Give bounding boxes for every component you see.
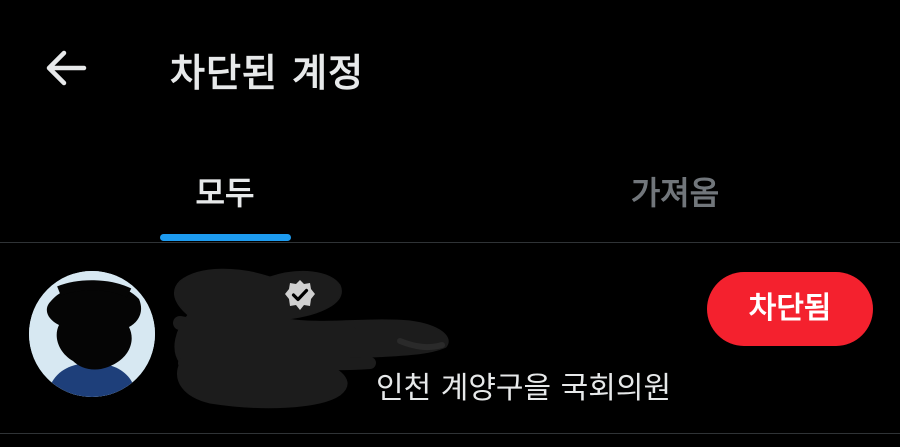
tab-imported-label: 가져옴 xyxy=(630,174,720,212)
tab-all-label: 모두 xyxy=(195,174,255,212)
verified-badge-icon xyxy=(285,280,315,310)
tab-bar: 모두 가져옴 xyxy=(0,150,900,244)
tab-all[interactable]: 모두 xyxy=(0,150,450,242)
blocked-account-row[interactable]: 인천 계양구을 국회의원 차단됨 xyxy=(0,243,900,447)
avatar[interactable] xyxy=(29,271,155,397)
account-bio: 인천 계양구을 국회의원 xyxy=(376,371,672,406)
tab-imported[interactable]: 가져옴 xyxy=(450,150,900,242)
top-bar: 차단된 계정 xyxy=(0,0,900,130)
page-title: 차단된 계정 xyxy=(170,51,365,95)
active-tab-indicator xyxy=(160,234,291,241)
blocked-button[interactable]: 차단됨 xyxy=(707,272,873,346)
avatar-redacted xyxy=(29,271,155,397)
back-button[interactable] xyxy=(44,48,88,88)
arrow-left-icon xyxy=(46,50,87,86)
row-divider xyxy=(0,433,900,434)
